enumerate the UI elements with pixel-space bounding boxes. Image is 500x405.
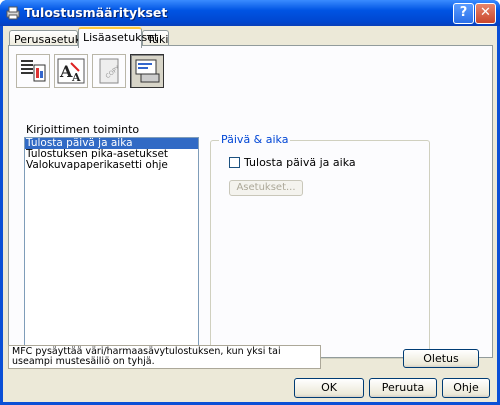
title-bar[interactable]: Tulostusmääritykset ? ✕ [0,0,500,26]
device-options-icon [135,59,160,83]
printer-icon [6,6,20,20]
help-caption-button[interactable]: ? [453,3,474,24]
list-item[interactable]: Valokuvapaperikasetti ohje [25,160,198,171]
print-quality-button[interactable] [16,54,50,88]
printing-preferences-window: Tulostusmääritykset ? ✕ Perusasetukset L… [0,0,500,405]
scaling-button[interactable]: A A [54,54,88,88]
watermark-button[interactable]: COPY [92,54,126,88]
default-button[interactable]: Oletus [403,349,479,368]
copy-watermark-icon: COPY [99,58,121,84]
print-quality-icon [21,60,46,82]
tab-panel-lisaasetukset: A A COPY Kirjoittimen toiminto Tulosta p… [8,45,493,359]
device-options-button[interactable] [130,54,164,88]
ok-button[interactable]: OK [294,378,364,398]
features-listbox[interactable]: Tulosta päivä ja aika Tulostuksen pika-a… [24,137,199,359]
window-title: Tulostusmääritykset [24,5,168,20]
help-button[interactable]: Ohje [442,378,490,398]
print-date-time-label[interactable]: Tulosta päivä ja aika [244,156,356,169]
close-button[interactable]: ✕ [475,3,496,24]
status-message: MFC pysäyttää väri/harmaasävytulostuksen… [8,345,321,369]
dialog-client-area: Perusasetukset Lisäasetukset Tuki A A CO… [3,26,497,402]
settings-button[interactable]: Asetukset... [229,180,303,196]
svg-text:A: A [59,62,73,81]
font-scaling-icon: A A [57,58,85,84]
svg-text:A: A [71,71,81,84]
features-heading: Kirjoittimen toiminto [26,123,140,136]
print-date-time-checkbox[interactable] [229,157,240,168]
cancel-button[interactable]: Peruuta [369,378,437,398]
tab-lisaasetukset[interactable]: Lisäasetukset [78,27,158,48]
date-time-group-label: Päivä & aika [219,133,291,146]
date-time-groupbox [210,140,430,359]
